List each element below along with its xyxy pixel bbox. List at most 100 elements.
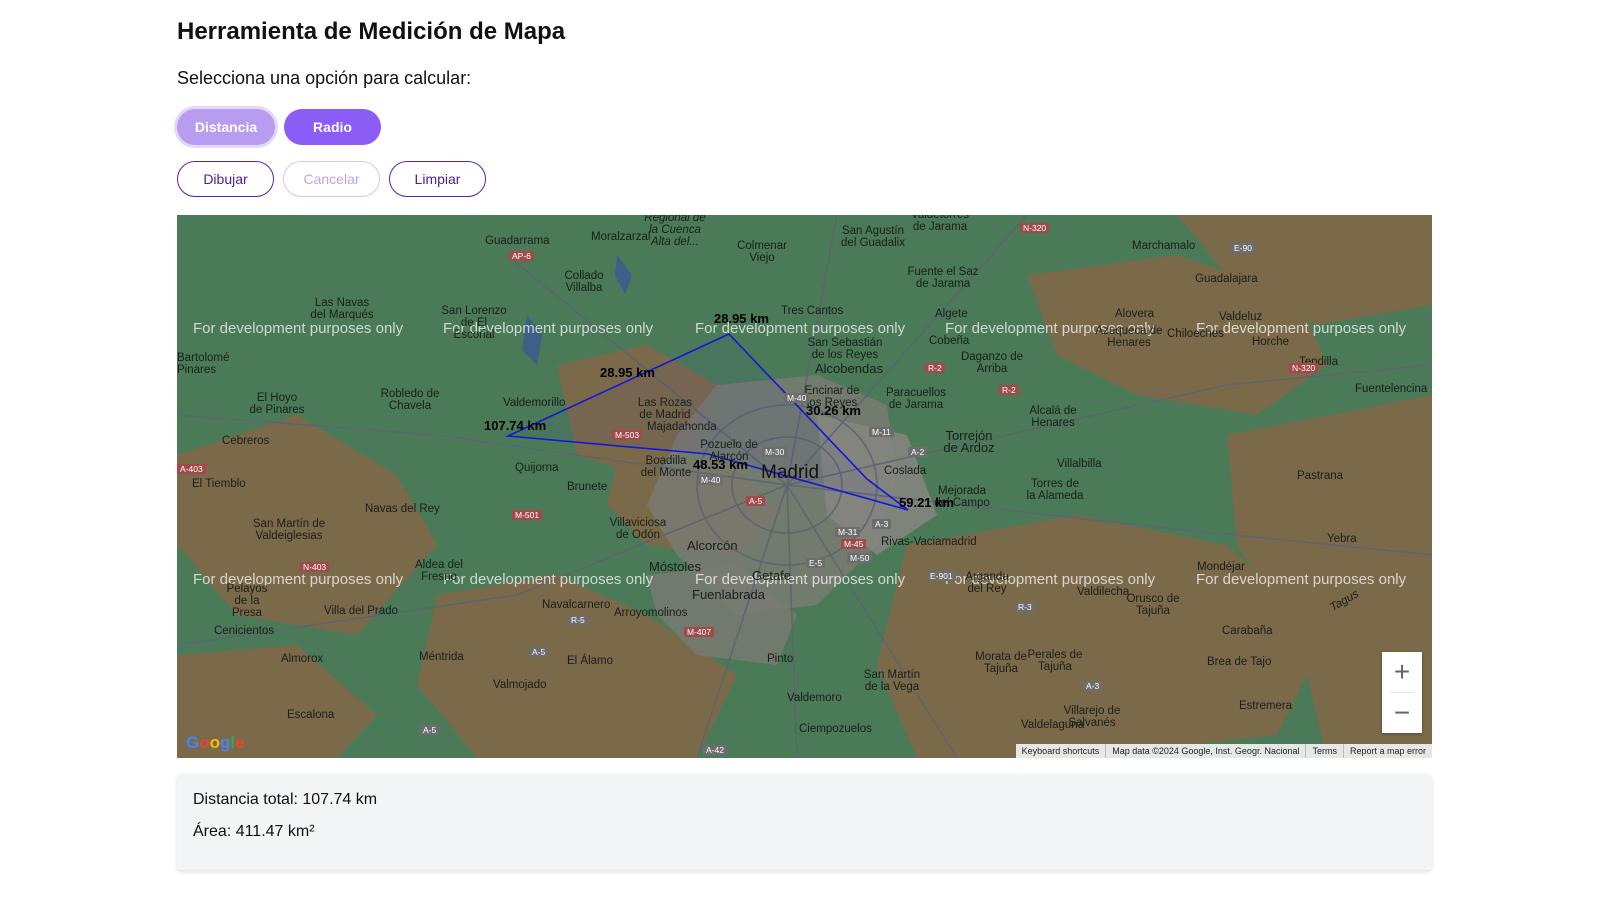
place-label: San Sebastián de los Reyes: [807, 337, 883, 361]
road-shield: A-5: [746, 496, 766, 506]
road-shield: A-5: [420, 725, 440, 735]
distance-mode-button[interactable]: Distancia: [177, 109, 275, 145]
place-label: Pelayos de la Presa: [226, 583, 268, 619]
road-shield: R-2: [925, 363, 945, 373]
place-label: Arganda del Rey: [965, 571, 1009, 595]
place-label: Las Rozas de Madrid: [637, 397, 693, 421]
place-label: Aldea del Fresno: [415, 559, 463, 583]
road-shield: A-403: [177, 464, 206, 474]
results-panel: Distancia total: 107.74 km Área: 411.47 …: [177, 774, 1432, 870]
road-shield: A-42: [703, 745, 727, 755]
dev-watermark: For development purposes only: [1196, 571, 1407, 588]
zoom-out-button[interactable]: −: [1382, 693, 1422, 733]
place-label: Cenicientos: [214, 625, 275, 637]
place-label: Valdemorillo: [503, 397, 566, 409]
place-label: Fuenlabrada: [692, 587, 765, 602]
road-shield: A-5: [529, 647, 549, 657]
place-label: Valdemoro: [787, 692, 842, 704]
road-shield: M-31: [835, 527, 861, 537]
place-label: Rivas-Vaciamadrid: [881, 536, 977, 548]
segment-distance-label: 107.74 km: [484, 418, 547, 433]
area-text: Área: 411.47 km²: [193, 823, 315, 840]
dev-watermark: For development purposes only: [443, 571, 654, 588]
segment-distance-label: 30.26 km: [806, 403, 861, 418]
road-shield: M-30: [762, 447, 788, 457]
place-label: Orusco de Tajuña: [1126, 593, 1180, 617]
place-label: San Lorenzo de El Escorial: [441, 305, 507, 341]
place-label: Pinto: [767, 653, 794, 665]
place-label: Villalbilla: [1057, 458, 1102, 470]
map-data-credit: Map data ©2024 Google, Inst. Geogr. Naci…: [1105, 744, 1305, 758]
place-label: El Tiemblo: [192, 478, 246, 490]
terms-link[interactable]: Terms: [1305, 744, 1343, 758]
road-shield: M-501: [512, 510, 543, 520]
place-label: Boadilla del Monte: [640, 455, 692, 479]
road-shield: E-901: [927, 571, 956, 581]
place-label: Getafe: [752, 568, 792, 583]
road-shield: M-40: [784, 393, 810, 403]
keyboard-shortcuts-link[interactable]: Keyboard shortcuts: [1016, 744, 1106, 758]
mode-selector: Distancia Radio: [177, 109, 381, 145]
place-label: Regional de la Cuenca Alta del...: [644, 215, 706, 248]
segment-distance-label: 28.95 km: [714, 311, 769, 326]
road-shield: M-50: [847, 553, 873, 563]
radius-mode-button[interactable]: Radio: [284, 109, 381, 145]
place-label: Torres de la Alameda: [1026, 478, 1084, 502]
place-label: Alcalá de Henares: [1029, 405, 1077, 429]
place-label: Arroyomolinos: [614, 607, 688, 619]
place-label: Escalona: [287, 709, 335, 721]
dev-watermark: For development purposes only: [193, 320, 404, 337]
place-label: Marchamalo: [1132, 240, 1196, 252]
segment-distance-label: 48.53 km: [693, 457, 748, 472]
report-error-link[interactable]: Report a map error: [1342, 744, 1432, 758]
place-label: El Hoyo de Pinares: [249, 392, 305, 416]
place-label: Las Navas del Marqués: [310, 297, 374, 321]
road-shield: E-90: [1231, 243, 1255, 253]
place-label: Azuqueca de Henares: [1095, 325, 1163, 349]
place-label: Quijorna: [515, 462, 559, 474]
zoom-in-button[interactable]: +: [1382, 652, 1422, 692]
road-shield: N-320: [1289, 363, 1319, 373]
place-label: Brea de Tajo: [1207, 656, 1272, 668]
total-distance-text: Distancia total: 107.74 km: [193, 791, 378, 808]
draw-button[interactable]: Dibujar: [177, 161, 274, 197]
road-shield: N-320: [1020, 223, 1050, 233]
place-label: Valdeluz: [1219, 311, 1263, 323]
place-label: Villa del Prado: [324, 605, 398, 617]
place-label: Cebreros: [222, 435, 270, 447]
place-label: Colmenar Viejo: [737, 240, 787, 264]
segment-distance-label: 59.21 km: [899, 495, 954, 510]
action-buttons: Dibujar Cancelar Limpiar: [177, 161, 486, 197]
road-shield: R-5: [568, 615, 588, 625]
road-shield: M-11: [869, 427, 894, 437]
road-shield: M-407: [684, 627, 715, 637]
road-shield: A-3: [872, 519, 892, 529]
road-shield: M-40: [698, 475, 724, 485]
place-label: Algete: [935, 308, 968, 320]
place-label: Navalcarnero: [542, 599, 611, 611]
place-label: Villaviciosa de Odón: [609, 517, 667, 541]
cancel-button[interactable]: Cancelar: [283, 161, 380, 197]
place-label: Morata de Tajuña: [975, 651, 1027, 675]
place-label: Móstoles: [649, 559, 702, 574]
place-label: Valdetorres de Jarama: [911, 215, 969, 233]
place-label: Navas del Rey: [365, 503, 440, 515]
place-label: Almorox: [281, 653, 324, 665]
place-label: Paracuellos de Jarama: [885, 387, 947, 411]
place-label: Chiloeches: [1167, 328, 1224, 340]
map-attribution: Keyboard shortcuts Map data ©2024 Google…: [1015, 744, 1432, 758]
segment-distance-label: 28.95 km: [600, 365, 655, 380]
place-label: Pastrana: [1297, 470, 1344, 482]
place-label: Mondéjar: [1197, 561, 1245, 573]
place-label: Tres Cantos: [781, 305, 844, 317]
clear-button[interactable]: Limpiar: [389, 161, 486, 197]
google-logo: Google: [186, 733, 245, 752]
road-shield: A-3: [1083, 681, 1103, 691]
place-label: Estremera: [1239, 700, 1293, 712]
instruction-text: Selecciona una opción para calcular:: [177, 68, 472, 88]
place-label: Perales de Tajuña: [1027, 649, 1083, 673]
place-label: Fuente el Saz de Jarama: [907, 266, 979, 290]
dev-watermark: For development purposes only: [695, 571, 906, 588]
map-canvas[interactable]: For development purposes only For develo…: [177, 215, 1432, 758]
place-label: Alcorcón: [687, 538, 738, 553]
